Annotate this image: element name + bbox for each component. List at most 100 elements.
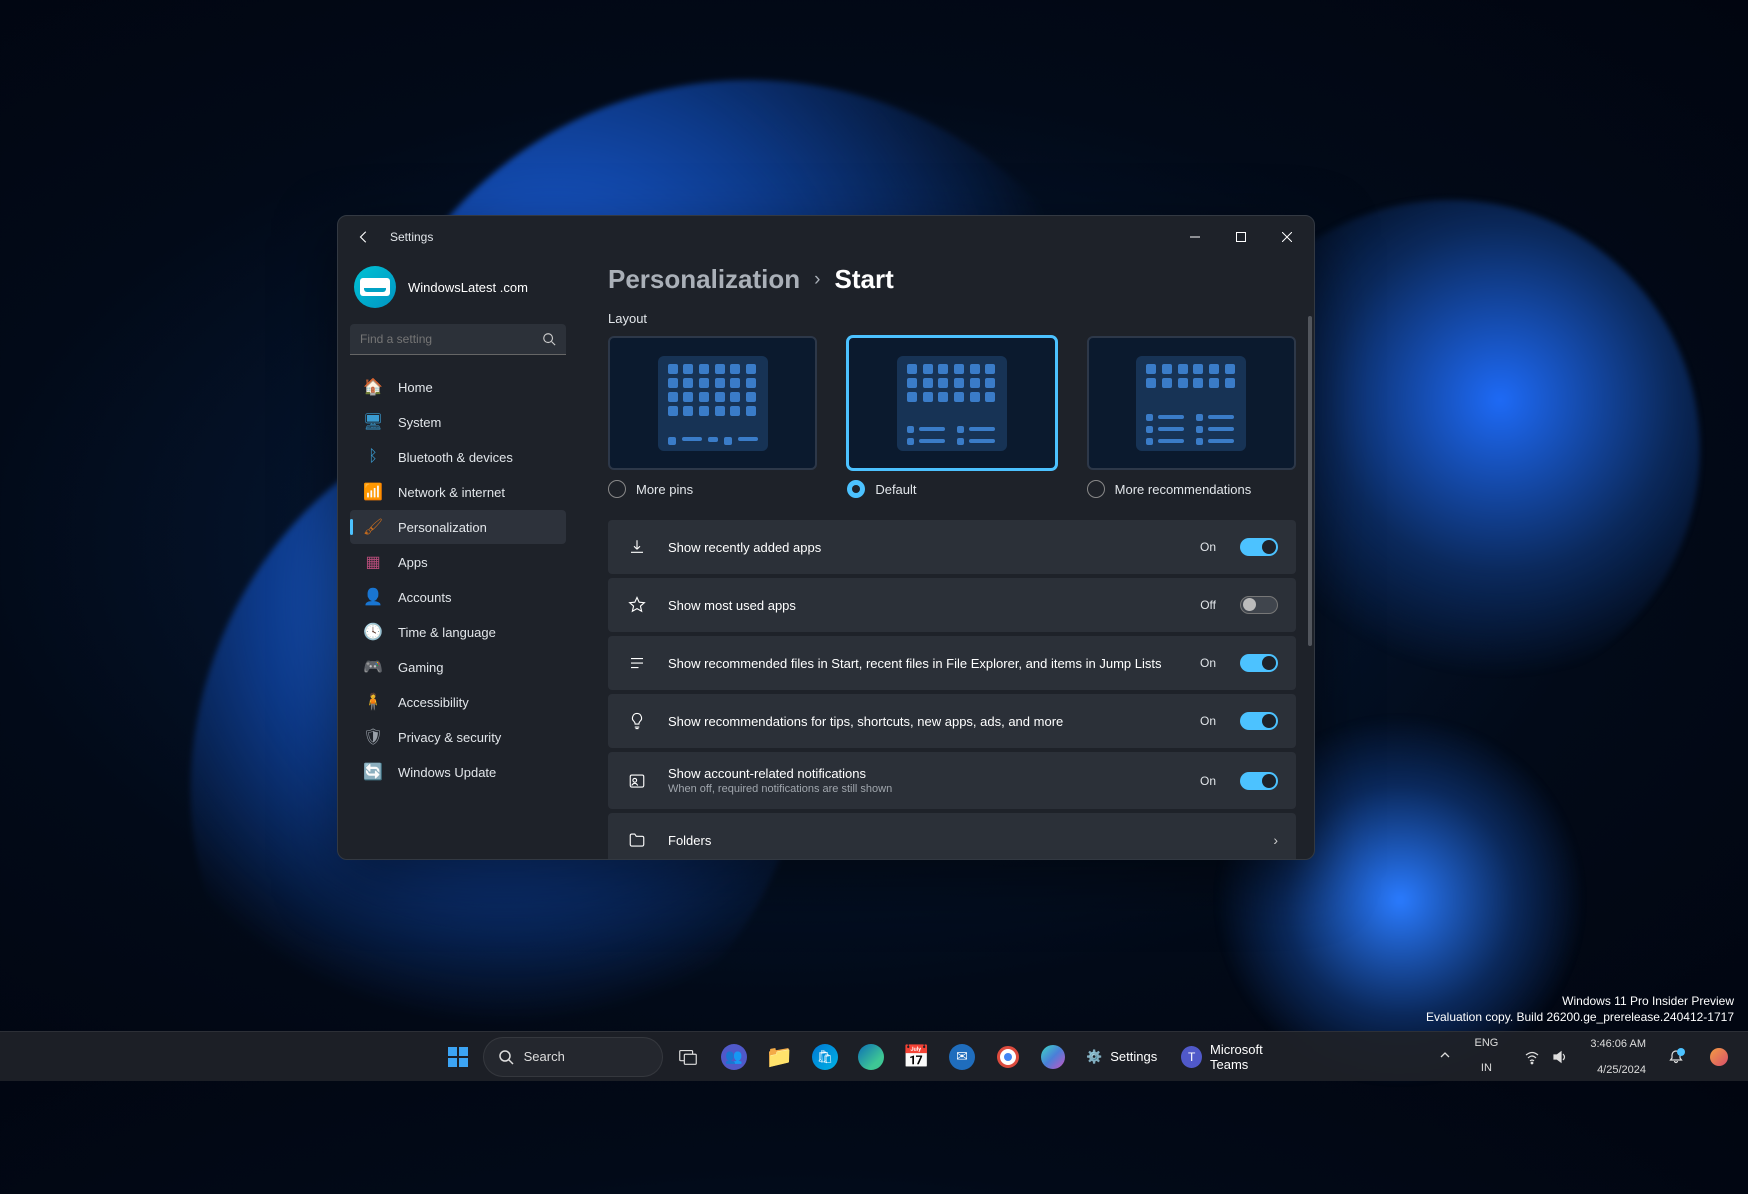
setting-row-1[interactable]: Show most used appsOff <box>608 578 1296 632</box>
sidebar-item-label: Privacy & security <box>398 730 501 745</box>
breadcrumb: Personalization › Start <box>608 258 1296 311</box>
minimize-button[interactable] <box>1172 221 1218 253</box>
setting-title: Show most used apps <box>668 598 1180 613</box>
start-button[interactable] <box>437 1037 479 1077</box>
system-tray-quick[interactable] <box>1514 1037 1578 1077</box>
setting-row-5[interactable]: Folders› <box>608 813 1296 859</box>
profile[interactable]: WindowsLatest .com <box>344 258 572 324</box>
taskbar-app-edge[interactable] <box>850 1037 892 1077</box>
search-input[interactable] <box>350 324 566 355</box>
sidebar-item-windows-update[interactable]: 🔄 Windows Update <box>350 755 566 789</box>
layout-option-default[interactable]: Default <box>847 336 1056 498</box>
toggle-switch[interactable] <box>1240 596 1278 614</box>
setting-title: Show recommendations for tips, shortcuts… <box>668 714 1180 729</box>
taskbar-app-chrome[interactable] <box>987 1037 1029 1077</box>
close-button[interactable] <box>1264 221 1310 253</box>
taskbar-search[interactable]: Search <box>483 1037 664 1077</box>
star-icon <box>626 596 648 614</box>
copilot-icon <box>1710 1048 1728 1066</box>
taskbar-app-explorer[interactable]: 📁 <box>759 1037 801 1077</box>
network-internet-icon: 📶 <box>364 483 382 501</box>
taskbar-app-teams[interactable]: T Microsoft Teams <box>1173 1037 1311 1077</box>
tray-overflow-button[interactable] <box>1431 1049 1459 1064</box>
layout-options-row: More pins Default More recommendations <box>608 336 1296 498</box>
gear-icon: ⚙️ <box>1086 1049 1102 1065</box>
radio-button[interactable] <box>847 480 865 498</box>
taskbar-app-settings[interactable]: ⚙️ Settings <box>1078 1037 1169 1077</box>
home-icon: 🏠 <box>364 378 382 396</box>
windows-update-icon: 🔄 <box>364 763 382 781</box>
setting-row-2[interactable]: Show recommended files in Start, recent … <box>608 636 1296 690</box>
setting-row-3[interactable]: Show recommendations for tips, shortcuts… <box>608 694 1296 748</box>
sidebar-item-bluetooth-devices[interactable]: ᛒBluetooth & devices <box>350 440 566 474</box>
notifications-button[interactable] <box>1658 1037 1694 1077</box>
sidebar-item-label: Windows Update <box>398 765 496 780</box>
sidebar-item-label: Apps <box>398 555 428 570</box>
wifi-icon <box>1524 1049 1540 1065</box>
download-icon <box>626 538 648 556</box>
avatar <box>354 266 396 308</box>
privacy-security-icon: 🛡 <box>364 728 382 746</box>
setting-row-4[interactable]: Show account-related notifications When o… <box>608 752 1296 809</box>
setting-title: Show account-related notifications <box>668 766 1180 781</box>
maximize-button[interactable] <box>1218 221 1264 253</box>
setting-title: Folders <box>668 833 1245 848</box>
radio-label: Default <box>875 482 916 497</box>
sidebar-item-label: Gaming <box>398 660 444 675</box>
section-label-layout: Layout <box>608 311 1296 326</box>
clock[interactable]: 3:46:06 AM 4/25/2024 <box>1584 1037 1652 1077</box>
apps-icon: ▦ <box>364 553 382 571</box>
sidebar-item-accounts[interactable]: 👤Accounts <box>350 580 566 614</box>
toggle-switch[interactable] <box>1240 538 1278 556</box>
toggle-state-label: On <box>1200 540 1216 554</box>
chevron-right-icon: › <box>814 269 820 291</box>
sidebar-item-system[interactable]: 🖥System <box>350 405 566 439</box>
toggle-switch[interactable] <box>1240 772 1278 790</box>
bluetooth-devices-icon: ᛒ <box>364 448 382 466</box>
breadcrumb-current: Start <box>834 264 893 295</box>
toggle-state-label: On <box>1200 656 1216 670</box>
profile-name: WindowsLatest .com <box>408 280 528 295</box>
sidebar-item-network-internet[interactable]: 📶Network & internet <box>350 475 566 509</box>
taskbar-app-copilot[interactable] <box>1032 1037 1074 1077</box>
sidebar-item-accessibility[interactable]: 🧍Accessibility <box>350 685 566 719</box>
breadcrumb-parent[interactable]: Personalization <box>608 264 800 295</box>
sidebar-item-home[interactable]: 🏠Home <box>350 370 566 404</box>
gaming-icon: 🎮 <box>364 658 382 676</box>
taskbar-app-mail[interactable]: ✉ <box>941 1037 983 1077</box>
setting-subtitle: When off, required notifications are sti… <box>668 783 1180 795</box>
scrollbar-thumb[interactable] <box>1308 316 1312 646</box>
toggle-switch[interactable] <box>1240 712 1278 730</box>
window-title: Settings <box>390 230 433 244</box>
setting-title: Show recommended files in Start, recent … <box>668 656 1180 671</box>
radio-button[interactable] <box>608 480 626 498</box>
sidebar-item-time-language[interactable]: 🕓Time & language <box>350 615 566 649</box>
layout-option-more-pins[interactable]: More pins <box>608 336 817 498</box>
sidebar-item-privacy-security[interactable]: 🛡 Privacy & security <box>350 720 566 754</box>
folder-icon: 📁 <box>766 1044 793 1070</box>
toggle-switch[interactable] <box>1240 654 1278 672</box>
back-button[interactable] <box>352 225 376 249</box>
radio-button[interactable] <box>1087 480 1105 498</box>
setting-row-0[interactable]: Show recently added appsOn <box>608 520 1296 574</box>
accessibility-icon: 🧍 <box>364 693 382 711</box>
sidebar-item-gaming[interactable]: 🎮 Gaming <box>350 650 566 684</box>
layout-option-more-recommendations[interactable]: More recommendations <box>1087 336 1296 498</box>
account-icon <box>626 772 648 790</box>
search-box <box>350 324 566 355</box>
settings-list: Show recently added appsOnShow most used… <box>608 520 1296 859</box>
settings-window: Settings WindowsLatest .com 🏠Home🖥System… <box>337 215 1315 860</box>
accounts-icon: 👤 <box>364 588 382 606</box>
taskbar-app-calendar[interactable]: 📅 <box>896 1037 938 1077</box>
notification-badge <box>1677 1048 1685 1056</box>
taskbar-app-store[interactable]: 🛍 <box>804 1037 846 1077</box>
time-language-icon: 🕓 <box>364 623 382 641</box>
language-indicator[interactable]: ENG IN <box>1465 1037 1509 1077</box>
sidebar-item-apps[interactable]: ▦ Apps <box>350 545 566 579</box>
taskbar-app-teams-icon[interactable]: 👥 <box>713 1037 755 1077</box>
content-area: Personalization › Start Layout More pins… <box>578 258 1314 859</box>
copilot-tray[interactable] <box>1700 1037 1738 1077</box>
task-view-button[interactable] <box>667 1037 709 1077</box>
search-icon <box>542 332 556 351</box>
sidebar-item-personalization[interactable]: 🖌Personalization <box>350 510 566 544</box>
